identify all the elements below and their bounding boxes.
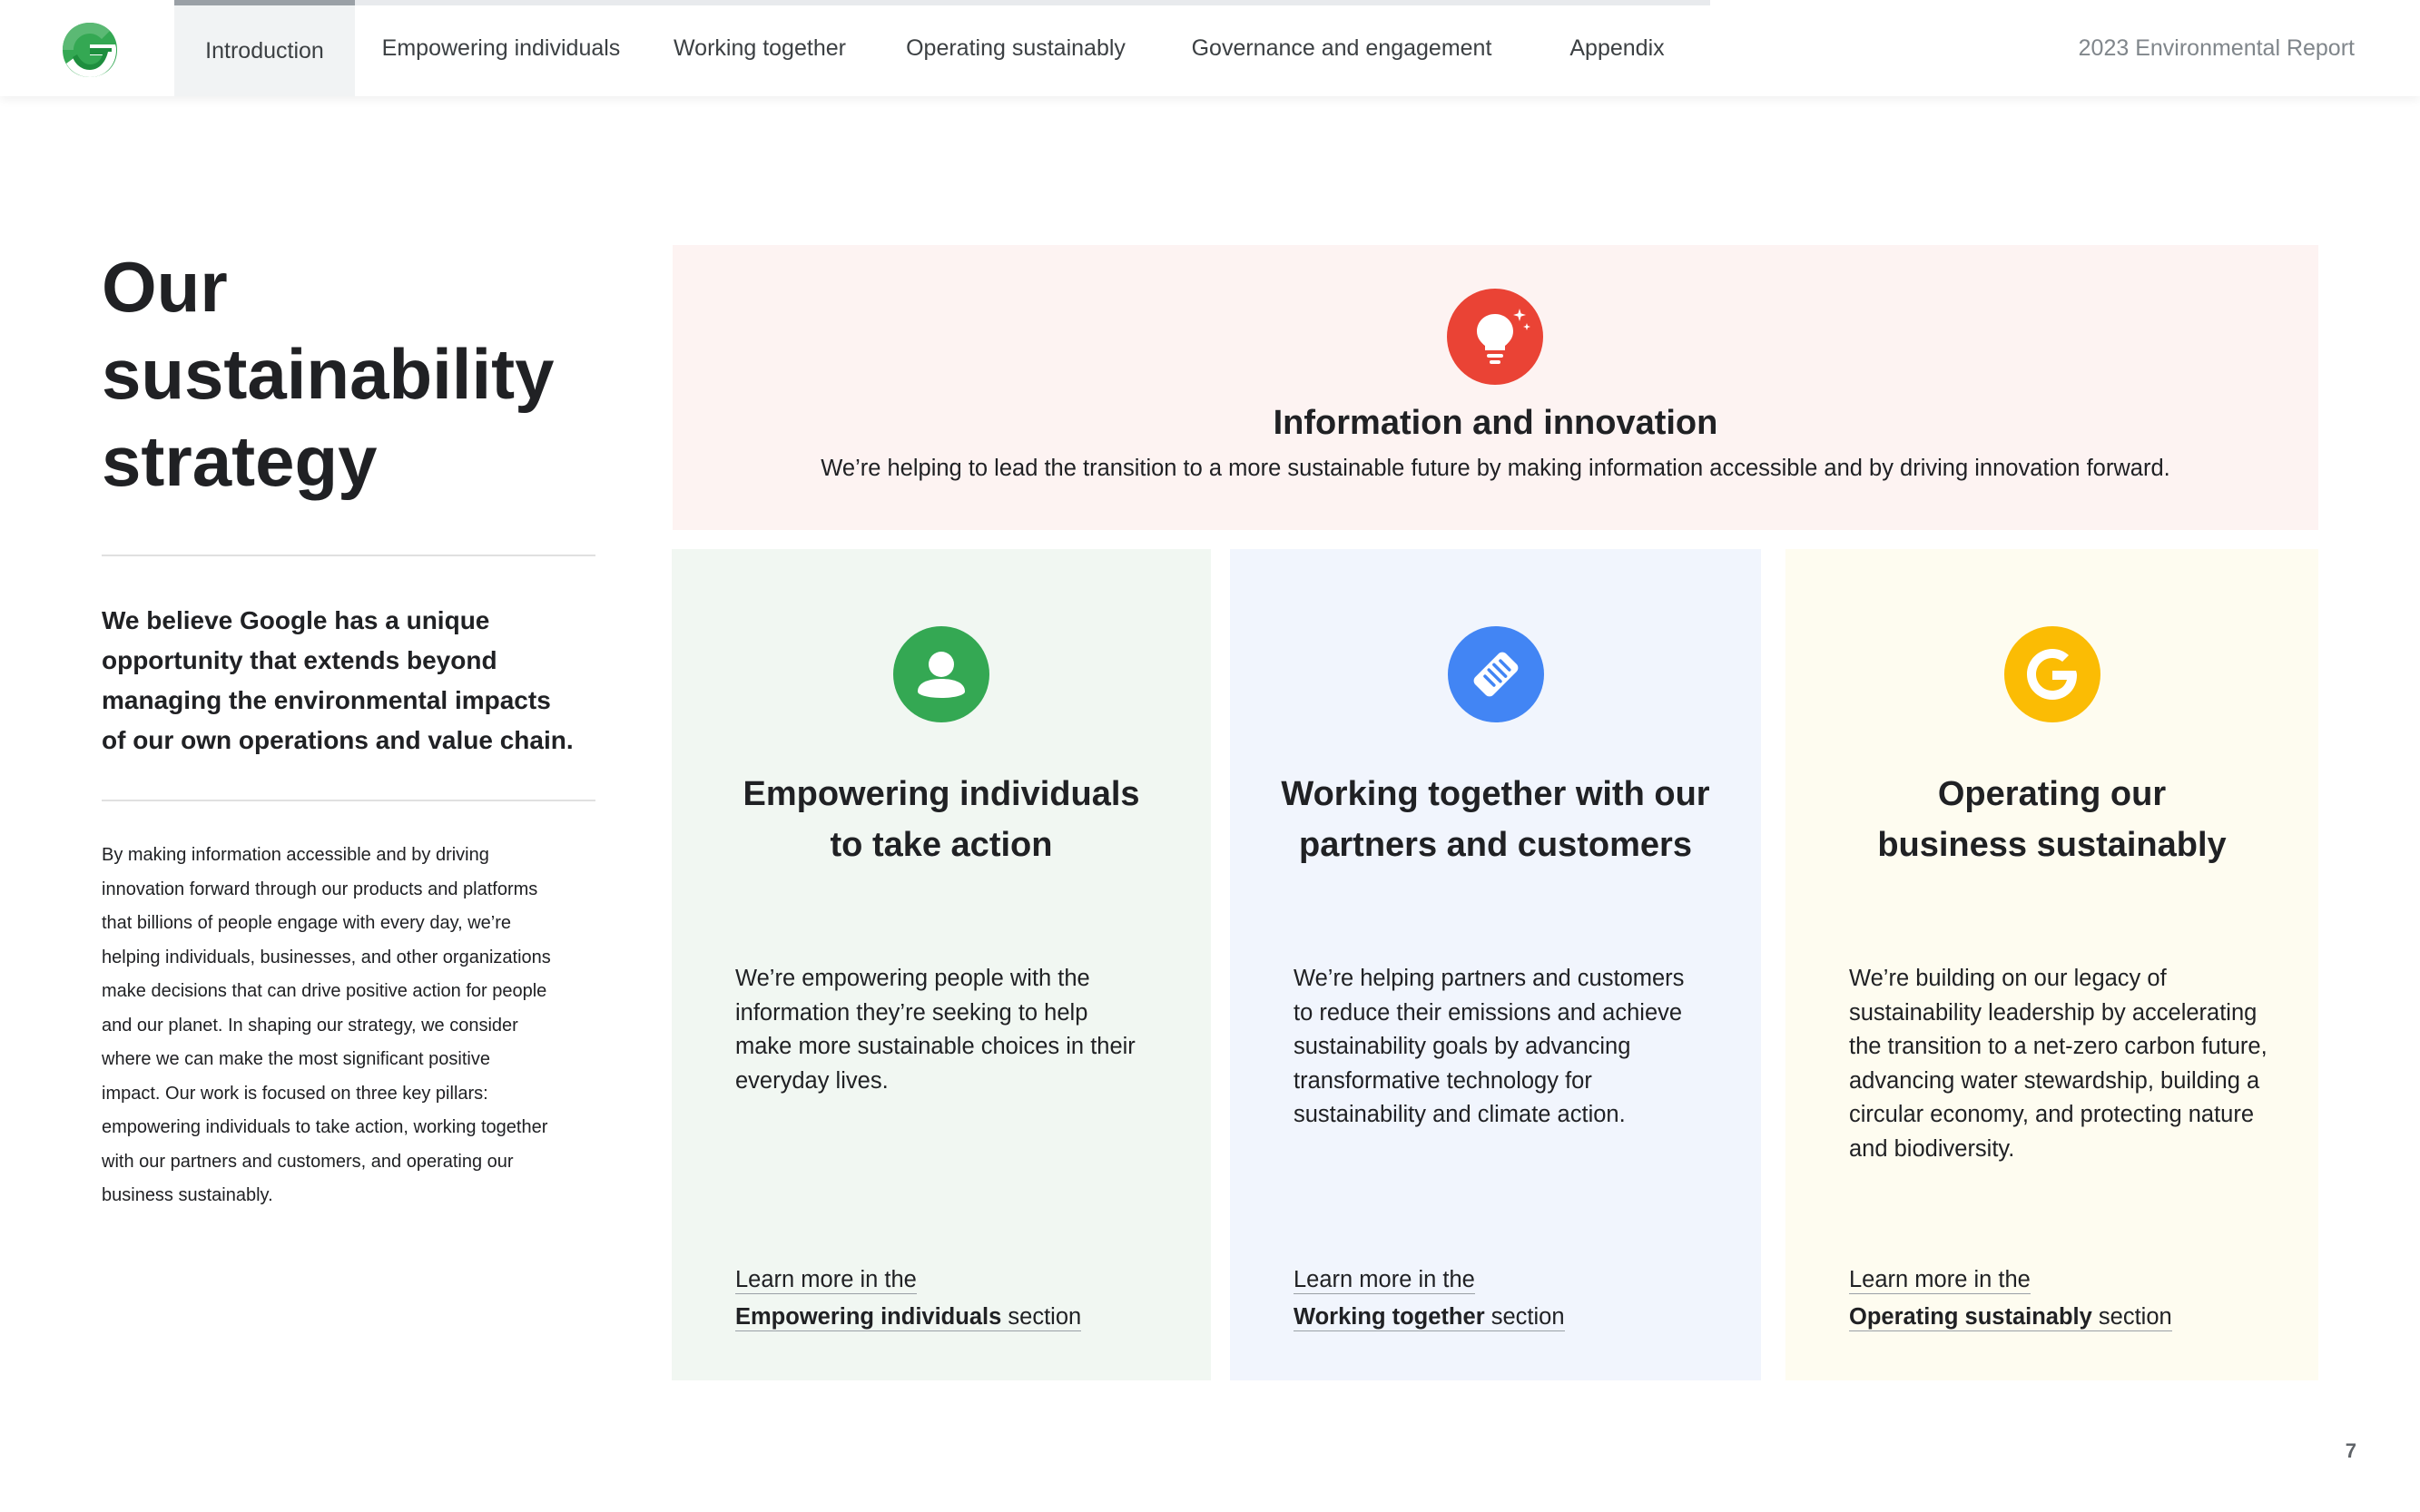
link-suffix: section bbox=[1484, 1304, 1565, 1330]
top-navigation: Introduction Empowering individuals Work… bbox=[0, 0, 2420, 96]
google-g-icon bbox=[2003, 626, 2100, 722]
divider bbox=[102, 800, 595, 801]
link-prefix: Learn more in the bbox=[1849, 1267, 2031, 1294]
body-line: innovation forward through our products … bbox=[102, 879, 538, 899]
tab-governance-and-engagement[interactable]: Governance and engagement bbox=[1159, 0, 1524, 96]
card-desc-line: circular economy, and protecting nature bbox=[1849, 1102, 2255, 1127]
body-paragraph: By making information accessible and by … bbox=[102, 839, 599, 1213]
lead-line: opportunity that extends beyond bbox=[102, 646, 497, 674]
card-desc-line: sustainability leadership by acceleratin… bbox=[1849, 999, 2258, 1026]
body-line: empowering individuals to take action, w… bbox=[102, 1117, 548, 1137]
lightbulb-icon bbox=[1447, 289, 1543, 385]
report-title: 2023 Environmental Report bbox=[2078, 34, 2355, 61]
card-title-line: to take action bbox=[830, 826, 1053, 864]
card-description: We’re helping partners and customers to … bbox=[1294, 962, 1738, 1133]
google-leaf-logo-icon[interactable] bbox=[60, 20, 120, 80]
body-line: impact. Our work is focused on three key… bbox=[102, 1083, 488, 1104]
learn-more-working-together-link[interactable]: Learn more in the Working together secti… bbox=[1294, 1262, 1747, 1336]
card-title-line: Empowering individuals bbox=[743, 775, 1140, 813]
body-line: with our partners and customers, and ope… bbox=[102, 1151, 514, 1172]
card-title-line: Working together with our bbox=[1281, 775, 1710, 813]
link-suffix: section bbox=[2091, 1304, 2172, 1330]
info-panel-title: Information and innovation bbox=[1273, 404, 1718, 442]
link-prefix: Learn more in the bbox=[735, 1267, 917, 1294]
handshake-icon bbox=[1447, 626, 1544, 722]
page-title-line: strategy bbox=[102, 421, 378, 501]
page-title: Our sustainability strategy bbox=[102, 243, 628, 505]
tab-working-together[interactable]: Working together bbox=[647, 0, 872, 96]
card-description: We’re building on our legacy of sustaina… bbox=[1849, 962, 2294, 1166]
card-desc-line: make more sustainable choices in their bbox=[735, 1034, 1136, 1059]
card-desc-line: We’re helping partners and customers bbox=[1294, 966, 1685, 991]
tab-appendix[interactable]: Appendix bbox=[1524, 0, 1710, 96]
lead-paragraph: We believe Google has a unique opportuni… bbox=[102, 601, 592, 761]
information-innovation-panel: Information and innovation We’re helping… bbox=[673, 245, 2318, 530]
tab-introduction[interactable]: Introduction bbox=[174, 0, 355, 96]
link-bold-text: Operating sustainably bbox=[1849, 1304, 2092, 1330]
card-title: Working together with our partners and c… bbox=[1230, 769, 1761, 870]
divider bbox=[102, 555, 595, 556]
page-title-line: sustainability bbox=[102, 334, 555, 414]
body-line: business sustainably. bbox=[102, 1185, 273, 1205]
card-title: Empowering individuals to take action bbox=[672, 769, 1211, 870]
card-desc-line: everyday lives. bbox=[735, 1067, 889, 1094]
card-title: Operating our business sustainably bbox=[1785, 769, 2318, 870]
link-bold-text: Working together bbox=[1294, 1304, 1485, 1330]
card-title-line: Operating our bbox=[1937, 775, 2167, 813]
card-desc-line: information they’re seeking to help bbox=[735, 999, 1088, 1026]
card-desc-line: We’re empowering people with the bbox=[735, 966, 1090, 991]
info-panel-description: We’re helping to lead the transition to … bbox=[821, 456, 2170, 481]
body-line: that billions of people engage with ever… bbox=[102, 913, 512, 933]
card-desc-line: transformative technology for bbox=[1294, 1067, 1592, 1094]
lead-line: We believe Google has a unique bbox=[102, 606, 490, 634]
card-title-line: partners and customers bbox=[1299, 826, 1692, 864]
card-desc-line: and biodiversity. bbox=[1849, 1135, 2015, 1162]
tab-operating-sustainably[interactable]: Operating sustainably bbox=[872, 0, 1159, 96]
link-bold-text: Empowering individuals bbox=[735, 1304, 1002, 1330]
lead-line: managing the environmental impacts bbox=[102, 686, 551, 714]
body-line: and our planet. In shaping our strategy,… bbox=[102, 1015, 518, 1036]
tab-empowering-individuals[interactable]: Empowering individuals bbox=[355, 0, 647, 96]
person-icon bbox=[893, 626, 989, 722]
body-line: By making information accessible and by … bbox=[102, 845, 489, 865]
link-suffix: section bbox=[1001, 1304, 1082, 1330]
card-desc-line: the transition to a net-zero carbon futu… bbox=[1849, 1034, 2268, 1059]
card-desc-line: sustainability goals by advancing bbox=[1294, 1034, 1631, 1059]
body-line: helping individuals, businesses, and oth… bbox=[102, 947, 551, 967]
link-prefix: Learn more in the bbox=[1294, 1267, 1475, 1294]
lead-line: of our own operations and value chain. bbox=[102, 726, 574, 754]
card-desc-line: to reduce their emissions and achieve bbox=[1294, 999, 1683, 1026]
learn-more-empowering-link[interactable]: Learn more in the Empowering individuals… bbox=[735, 1262, 1189, 1336]
page-number: 7 bbox=[2345, 1439, 2356, 1462]
card-description: We’re empowering people with the informa… bbox=[735, 962, 1180, 1098]
pillar-card-empowering: Empowering individuals to take action We… bbox=[672, 549, 1211, 1380]
card-title-line: business sustainably bbox=[1877, 826, 2227, 864]
page-title-line: Our bbox=[102, 247, 228, 327]
pillar-card-working-together: Working together with our partners and c… bbox=[1230, 549, 1761, 1380]
body-line: make decisions that can drive positive a… bbox=[102, 981, 547, 1001]
pillar-card-operating-sustainably: Operating our business sustainably We’re… bbox=[1785, 549, 2318, 1380]
card-desc-line: sustainability and climate action. bbox=[1294, 1102, 1626, 1127]
card-desc-line: We’re building on our legacy of bbox=[1849, 966, 2167, 991]
learn-more-operating-sustainably-link[interactable]: Learn more in the Operating sustainably … bbox=[1849, 1262, 2303, 1336]
body-line: where we can make the most significant p… bbox=[102, 1049, 490, 1069]
card-desc-line: advancing water stewardship, building a bbox=[1849, 1067, 2260, 1094]
